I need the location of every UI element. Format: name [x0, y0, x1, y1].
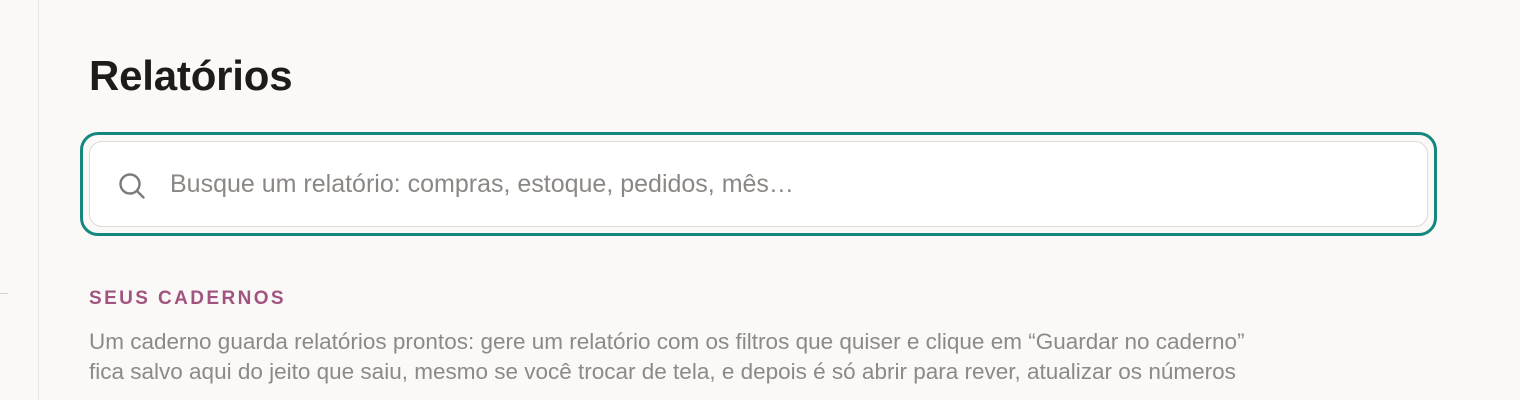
notebooks-description-line-2: fica salvo aqui do jeito que saiu, mesmo… [89, 359, 1236, 384]
search-box[interactable] [89, 141, 1428, 227]
notebooks-description-line-1: Um caderno guarda relatórios prontos: ge… [89, 329, 1245, 354]
left-sidebar [0, 0, 39, 400]
search-icon [116, 170, 148, 202]
sidebar-divider [0, 293, 8, 294]
search-input[interactable] [170, 142, 1407, 226]
page-title: Relatórios [89, 52, 293, 99]
main-content: Relatórios SEUS CADERNOS Um caderno guar… [39, 0, 1520, 400]
search-focus-ring [80, 132, 1437, 236]
notebooks-description: Um caderno guarda relatórios prontos: ge… [89, 327, 1520, 387]
section-heading-notebooks: SEUS CADERNOS [89, 288, 286, 309]
